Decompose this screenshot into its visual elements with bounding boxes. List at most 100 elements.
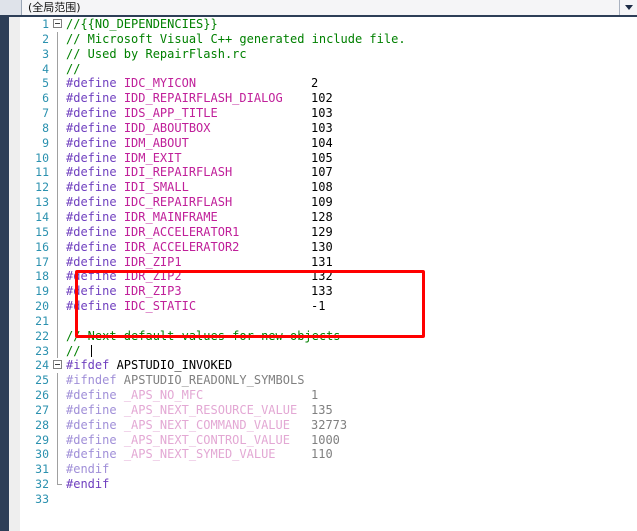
fold-guide-line [52,432,66,448]
code-line[interactable]: 2 // Microsoft Visual C++ generated inclu… [20,31,637,47]
code-token-ident: IDC_REPAIRFLASH [123,195,233,210]
code-line[interactable]: 17 #define IDR_ZIP1 131 [20,254,637,270]
fold-guide-line [52,91,66,107]
code-line[interactable]: 3 // Used by RepairFlash.rc [20,46,637,62]
fold-guide-line [52,239,66,255]
scope-dropdown-bar[interactable]: (全局范围) [0,0,637,17]
code-token-plain: APSTUDIO_INVOKED [109,358,233,373]
code-line[interactable]: 32 #endif [20,477,637,492]
fold-guide-line [52,120,66,136]
line-number: 15 [35,224,49,239]
code-line[interactable]: 9 #define IDM_ABOUT 104 [20,135,637,151]
line-number: 24 [35,358,49,373]
chevron-down-icon[interactable] [619,0,637,15]
code-line[interactable]: 33 [20,492,637,507]
selection-margin[interactable] [9,17,20,531]
code-line[interactable]: 13 #define IDC_REPAIRFLASH 109 [20,195,637,210]
code-line[interactable]: 5 #define IDC_MYICON 2 [20,76,637,92]
code-line[interactable]: 8 #define IDD_ABOUTBOX 103 [20,120,637,136]
code-line[interactable]: 15 #define IDR_ACCELERATOR1 129 [20,224,637,240]
code-line-content: #define IDR_ACCELERATOR2 130 [66,240,637,255]
code-line[interactable]: 27 #define _APS_NEXT_RESOURCE_VALUE 135 [20,402,637,418]
line-number: 28 [35,417,49,432]
fold-collapse-icon[interactable] [52,17,66,32]
code-line[interactable]: 12 #define IDI_SMALL 108 [20,180,637,196]
line-number: 33 [35,492,49,506]
line-number: 20 [35,299,49,314]
code-line[interactable]: 21 [20,313,637,329]
code-token-pp: #define [66,209,117,224]
define-value: 105 [311,150,333,165]
code-token-ident: IDR_ZIP1 [123,254,182,269]
fold-guide-line [52,209,66,225]
code-line[interactable]: 28 #define _APS_NEXT_COMMAND_VALUE 32773 [20,417,637,433]
code-token-pp: #define [66,254,117,269]
code-token-pp: #define [66,417,117,432]
code-line[interactable]: 11 #define IDI_REPAIRFLASH 107 [20,165,637,181]
code-line[interactable]: 7 #define IDS_APP_TITLE 103 [20,106,637,121]
code-line[interactable]: 1 //{{NO_DEPENDENCIES}} [20,17,637,32]
code-line[interactable]: 23 // [20,343,637,359]
code-line[interactable]: 16 #define IDR_ACCELERATOR2 130 [20,239,637,255]
define-value: 109 [311,195,333,210]
define-value: 1000 [311,432,340,447]
line-number: 2 [42,31,49,46]
fold-guide-line [52,328,66,344]
code-line[interactable]: 18 #define IDR_ZIP2 132 [20,269,637,285]
code-token-pp: #define [66,76,117,91]
fold-guide-line [52,61,66,77]
fold-guide-line [52,195,66,210]
fold-guide-line [52,31,66,47]
line-number: 6 [42,91,49,106]
code-line[interactable]: 14 #define IDR_MAINFRAME 128 [20,209,637,225]
code-line[interactable]: 10 #define IDM_EXIT 105 [20,150,637,166]
fold-guide-line [52,417,66,433]
define-value: -1 [311,299,326,314]
code-token-pp: #define [66,120,117,135]
line-number: 22 [35,328,49,343]
code-line[interactable]: 31 #endif [20,462,637,478]
line-number: 30 [35,447,49,462]
code-line-content: #define _APS_NEXT_COMMAND_VALUE 32773 [66,418,637,433]
code-editor[interactable]: 1 //{{NO_DEPENDENCIES}} 2 // Microsoft Visu… [0,17,637,531]
code-token-pp: #endif [66,477,110,492]
code-line[interactable]: 6 #define IDD_REPAIRFLASH_DIALOG 102 [20,91,637,107]
code-line[interactable]: 30 #define _APS_NEXT_SYMED_VALUE 110 [20,447,637,463]
code-line-content: #define IDC_REPAIRFLASH 109 [66,195,637,210]
code-token-pp: #define [66,135,117,150]
code-line[interactable]: 19 #define IDR_ZIP3 133 [20,284,637,300]
text-cursor [90,344,92,357]
line-number: 19 [35,284,49,299]
define-value: 129 [311,224,333,239]
code-line[interactable]: 26 #define _APS_NO_MFC 1 [20,388,637,403]
code-line-content: #ifdef APSTUDIO_INVOKED [66,358,637,373]
code-line-content: #endif [66,462,637,477]
code-line[interactable]: 22 // Next default values for new objects [20,328,637,344]
code-line-content: #define IDC_MYICON 2 [66,76,637,91]
fold-collapse-icon[interactable] [52,358,66,373]
code-line[interactable]: 20 #define IDC_STATIC -1 [20,299,637,314]
code-text-area[interactable]: 1 //{{NO_DEPENDENCIES}} 2 // Microsoft Visu… [20,17,637,531]
code-line[interactable]: 4 // [20,61,637,77]
fold-guide-line [52,402,66,418]
define-value: 135 [311,402,333,417]
line-number: 1 [42,17,49,31]
code-token-ident: _APS_NEXT_SYMED_VALUE [123,447,276,462]
line-number: 14 [35,209,49,224]
code-line[interactable]: 29 #define _APS_NEXT_CONTROL_VALUE 1000 [20,432,637,448]
define-value: 32773 [311,417,348,432]
scope-dropdown-value[interactable]: (全局范围) [22,0,619,15]
code-token-pp: #define [66,239,117,254]
code-line[interactable]: 25 #ifndef APSTUDIO_READONLY_SYMBOLS [20,373,637,389]
code-token-plain: APSTUDIO_READONLY_SYMBOLS [116,373,305,388]
code-line[interactable]: 24 #ifdef APSTUDIO_INVOKED [20,358,637,373]
code-token-comment: // [66,343,88,358]
